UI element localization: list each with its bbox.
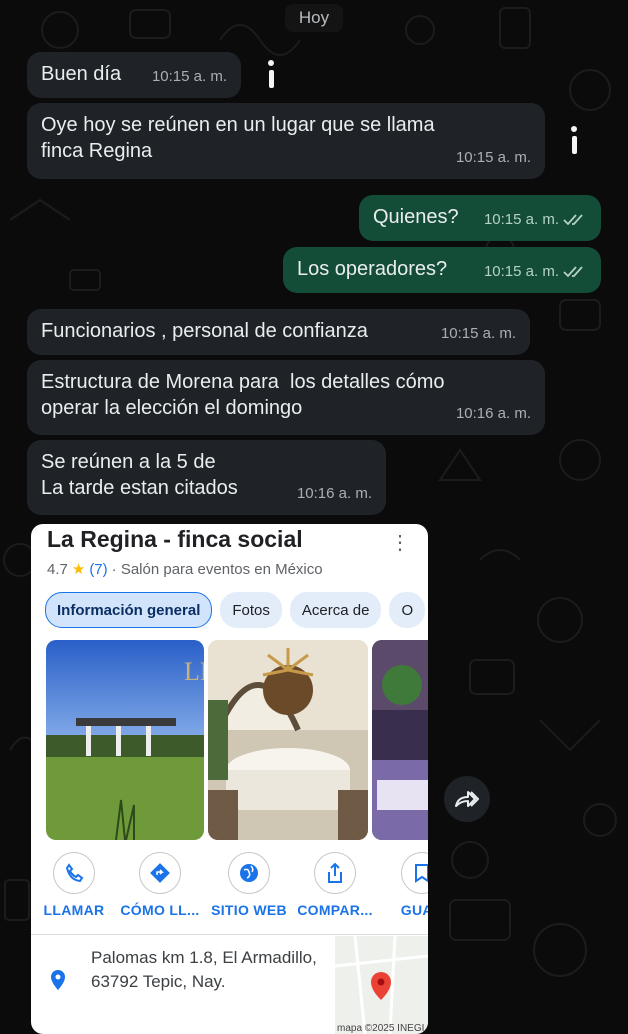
forward-icon <box>455 791 479 807</box>
message-time: 10:16 a. m. <box>455 405 531 422</box>
review-count[interactable]: (7) <box>89 561 107 578</box>
share-label: COMPAR... <box>297 902 373 918</box>
place-photo-dining[interactable] <box>208 640 368 840</box>
message-time: 10:15 a. m. <box>484 207 587 233</box>
place-photo-exterior[interactable]: LR <box>46 640 204 840</box>
forward-button[interactable] <box>444 776 490 822</box>
place-card-image[interactable]: La Regina - finca social ⋮ 4.7 ★ (7) · S… <box>31 524 428 1034</box>
share-icon <box>328 862 342 883</box>
read-ticks-icon <box>563 214 583 226</box>
save-button[interactable]: GUAR <box>377 852 428 918</box>
message-text: Funcionarios , personal de confianza <box>41 320 368 342</box>
place-actions: LLAMAR CÓMO LL... SITIO WEB COMPAR... GU… <box>31 852 428 922</box>
incoming-message[interactable]: Oye hoy se reúnen en un lugar que se lla… <box>27 103 545 179</box>
map-credit: mapa ©2025 INEGI <box>337 1023 425 1034</box>
incoming-message[interactable]: Se reúnen a la 5 de La tarde estan citad… <box>27 440 386 515</box>
website-button[interactable]: SITIO WEB <box>204 852 294 918</box>
place-category: · Salón para eventos en México <box>111 560 323 578</box>
star-icon: ★ <box>71 561 86 578</box>
place-address: Palomas km 1.8, El Armadillo, 63792 Tepi… <box>91 948 317 991</box>
outgoing-message[interactable]: Los operadores? 10:15 a. m. <box>283 247 601 293</box>
info-icon[interactable] <box>568 126 580 156</box>
place-title: La Regina - finca social <box>47 526 303 552</box>
tab-acerca-de[interactable]: Acerca de <box>289 592 382 628</box>
message-text: Quienes? <box>373 206 459 228</box>
message-text: Se reúnen a la 5 de La tarde estan citad… <box>41 451 238 499</box>
message-time: 10:15 a. m. <box>151 68 227 85</box>
rating-row: 4.7 ★ (7) · Salón para eventos en México <box>47 560 323 579</box>
read-ticks-icon <box>563 266 583 278</box>
bookmark-icon <box>415 864 428 883</box>
incoming-message[interactable]: Funcionarios , personal de confianza 10:… <box>27 309 530 355</box>
share-button[interactable]: COMPAR... <box>290 852 380 918</box>
place-photo-venue[interactable] <box>372 640 428 840</box>
outgoing-message[interactable]: Quienes? 10:15 a. m. <box>359 195 601 241</box>
call-label: LLAMAR <box>43 902 105 918</box>
photo-logo: LR <box>184 657 204 686</box>
more-vert-icon[interactable]: ⋮ <box>390 530 410 555</box>
map-pin-icon <box>371 972 391 1000</box>
message-text: Buen día <box>41 63 122 85</box>
directions-button[interactable]: CÓMO LL... <box>115 852 205 918</box>
date-divider: Hoy <box>285 4 343 32</box>
globe-icon <box>240 864 258 882</box>
message-time: 10:15 a. m. <box>440 325 516 342</box>
website-label: SITIO WEB <box>211 902 287 918</box>
message-time: 10:16 a. m. <box>296 485 372 502</box>
tab-fotos[interactable]: Fotos <box>220 592 282 628</box>
phone-icon <box>65 863 84 883</box>
message-time: 10:15 a. m. <box>484 259 587 285</box>
message-text: Oye hoy se reúnen en un lugar que se lla… <box>41 114 435 162</box>
tab-more[interactable]: O <box>389 592 426 628</box>
incoming-message[interactable]: Estructura de Morena para los detalles c… <box>27 360 545 435</box>
call-button[interactable]: LLAMAR <box>31 852 119 918</box>
message-time: 10:15 a. m. <box>455 149 531 166</box>
incoming-message[interactable]: Buen día 10:15 a. m. <box>27 52 241 98</box>
info-icon[interactable] <box>265 60 277 90</box>
place-tabs: Información general Fotos Acerca de O <box>45 592 426 628</box>
rating-value: 4.7 <box>47 560 68 578</box>
save-label: GUAR <box>400 902 428 918</box>
message-text: Los operadores? <box>297 258 448 280</box>
divider <box>31 934 428 935</box>
location-pin-icon <box>51 970 65 990</box>
directions-icon <box>150 863 170 883</box>
directions-label: CÓMO LL... <box>120 902 200 918</box>
mini-map[interactable]: mapa ©2025 INEGI <box>334 935 428 1034</box>
message-text: Estructura de Morena para los detalles c… <box>41 371 445 419</box>
tab-informacion-general[interactable]: Información general <box>45 592 213 628</box>
